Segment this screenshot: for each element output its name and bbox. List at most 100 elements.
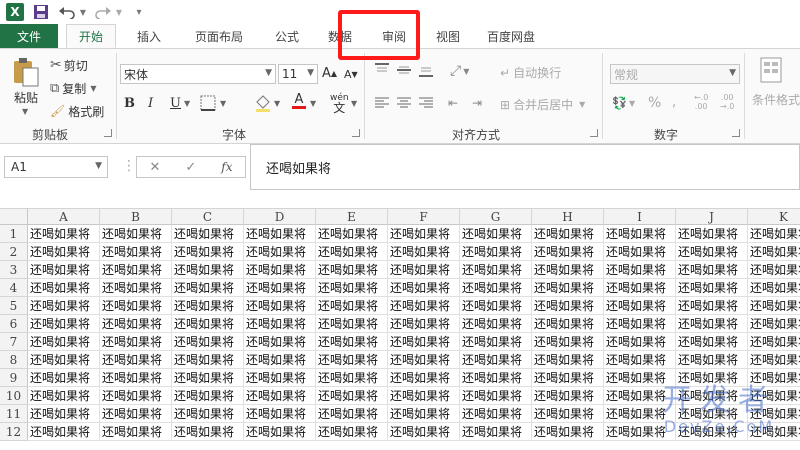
currency-icon[interactable]: 💱 ▼ <box>612 96 635 110</box>
grid-cell[interactable]: 还喝如果将 <box>244 225 316 243</box>
grid-cell[interactable]: 还喝如果将 <box>676 261 748 279</box>
grid-cell[interactable]: 还喝如果将 <box>388 225 460 243</box>
grid-cell[interactable]: 还喝如果将 <box>316 423 388 441</box>
grid-cell[interactable]: 还喝如果将 <box>388 297 460 315</box>
column-header[interactable]: G <box>460 209 532 225</box>
formula-input[interactable]: 还喝如果将 <box>250 144 800 190</box>
grid-cell[interactable]: 还喝如果将 <box>100 405 172 423</box>
grid-cell[interactable]: 还喝如果将 <box>316 225 388 243</box>
grid-cell[interactable]: 还喝如果将 <box>532 351 604 369</box>
grid-cell[interactable]: 还喝如果将 <box>460 369 532 387</box>
increase-decimal-icon[interactable]: ←.0.00 <box>694 93 708 111</box>
grid-cell[interactable]: 还喝如果将 <box>748 315 800 333</box>
grid-cell[interactable]: 还喝如果将 <box>100 351 172 369</box>
grid-cell[interactable]: 还喝如果将 <box>100 243 172 261</box>
grid-cell[interactable]: 还喝如果将 <box>532 243 604 261</box>
increase-indent-icon[interactable]: ⇥ <box>472 96 482 110</box>
grid-cell[interactable]: 还喝如果将 <box>460 405 532 423</box>
grid-cell[interactable]: 还喝如果将 <box>244 279 316 297</box>
orientation-icon[interactable]: ⤢ ▼ <box>450 63 469 79</box>
grid-cell[interactable]: 还喝如果将 <box>28 261 100 279</box>
grid-cell[interactable]: 还喝如果将 <box>316 243 388 261</box>
grid-cell[interactable]: 还喝如果将 <box>604 315 676 333</box>
grid-cell[interactable]: 还喝如果将 <box>172 387 244 405</box>
alignment-launcher-icon[interactable] <box>590 129 598 137</box>
font-color-icon[interactable]: A <box>292 93 306 109</box>
grid-cell[interactable]: 还喝如果将 <box>388 387 460 405</box>
phonetic-button[interactable]: wén 文 <box>330 93 349 114</box>
grid-cell[interactable]: 还喝如果将 <box>460 243 532 261</box>
grid-cell[interactable]: 还喝如果将 <box>172 225 244 243</box>
decrease-font-icon[interactable]: A ▼ <box>344 68 358 81</box>
grid-cell[interactable]: 还喝如果将 <box>316 351 388 369</box>
grid-cell[interactable]: 还喝如果将 <box>172 405 244 423</box>
column-header[interactable]: F <box>388 209 460 225</box>
grid-cell[interactable]: 还喝如果将 <box>676 279 748 297</box>
grid-cell[interactable]: 还喝如果将 <box>460 387 532 405</box>
grid-cell[interactable]: 还喝如果将 <box>28 405 100 423</box>
grid-cell[interactable]: 还喝如果将 <box>172 297 244 315</box>
grid-cell[interactable]: 还喝如果将 <box>244 315 316 333</box>
grid-cell[interactable]: 还喝如果将 <box>172 423 244 441</box>
column-header[interactable]: D <box>244 209 316 225</box>
percent-button[interactable]: % <box>648 95 661 111</box>
merge-center-button[interactable]: ⊞ 合并后居中 ▼ <box>500 96 585 113</box>
grid-cell[interactable]: 还喝如果将 <box>532 279 604 297</box>
bottom-align-icon[interactable] <box>418 63 434 77</box>
column-header[interactable]: J <box>676 209 748 225</box>
font-size-combo[interactable]: 11 ▼ <box>278 64 318 84</box>
customize-icon[interactable]: ▾ <box>128 1 150 23</box>
grid-cell[interactable]: 还喝如果将 <box>100 333 172 351</box>
grid-cell[interactable]: 还喝如果将 <box>172 279 244 297</box>
column-header[interactable]: A <box>28 209 100 225</box>
grid-cell[interactable]: 还喝如果将 <box>604 243 676 261</box>
grid-cell[interactable]: 还喝如果将 <box>244 351 316 369</box>
redo-icon[interactable] <box>92 1 114 23</box>
grid-cell[interactable]: 还喝如果将 <box>172 351 244 369</box>
grid-cell[interactable]: 还喝如果将 <box>316 279 388 297</box>
grid-cell[interactable]: 还喝如果将 <box>388 405 460 423</box>
grid-cell[interactable]: 还喝如果将 <box>604 225 676 243</box>
grid-cell[interactable]: 还喝如果将 <box>28 423 100 441</box>
grid-cell[interactable]: 还喝如果将 <box>316 315 388 333</box>
grid-cell[interactable]: 还喝如果将 <box>100 315 172 333</box>
grid-cell[interactable]: 还喝如果将 <box>28 279 100 297</box>
grid-cell[interactable]: 还喝如果将 <box>460 261 532 279</box>
grid-cell[interactable]: 还喝如果将 <box>460 333 532 351</box>
top-align-icon[interactable] <box>374 63 390 77</box>
format-painter-button[interactable]: 🖌 格式刷 <box>50 102 104 120</box>
grid-cell[interactable]: 还喝如果将 <box>172 369 244 387</box>
undo-dropdown-icon[interactable]: ▼ <box>78 1 88 23</box>
grid-cell[interactable]: 还喝如果将 <box>604 279 676 297</box>
grid-cell[interactable]: 还喝如果将 <box>676 315 748 333</box>
grid-cell[interactable]: 还喝如果将 <box>532 405 604 423</box>
align-right-icon[interactable] <box>418 96 434 110</box>
grid-cell[interactable]: 还喝如果将 <box>604 261 676 279</box>
row-header[interactable]: 6 <box>0 315 28 333</box>
row-header[interactable]: 1 <box>0 225 28 243</box>
tab-page-layout[interactable]: 页面布局 <box>182 24 256 48</box>
grid-cell[interactable]: 还喝如果将 <box>676 243 748 261</box>
grid-cell[interactable]: 还喝如果将 <box>460 297 532 315</box>
number-format-combo[interactable]: 常规 ▼ <box>610 64 740 84</box>
grid-cell[interactable]: 还喝如果将 <box>676 351 748 369</box>
grid-cell[interactable]: 还喝如果将 <box>532 333 604 351</box>
number-launcher-icon[interactable] <box>732 129 740 137</box>
undo-icon[interactable] <box>56 1 78 23</box>
row-header[interactable]: 9 <box>0 369 28 387</box>
paste-dropdown-icon[interactable]: ▼ <box>22 107 28 116</box>
grid-cell[interactable]: 还喝如果将 <box>172 315 244 333</box>
grid-cell[interactable]: 还喝如果将 <box>28 351 100 369</box>
row-header[interactable]: 5 <box>0 297 28 315</box>
column-header[interactable]: K <box>748 209 800 225</box>
font-color-dropdown-icon[interactable]: ▼ <box>310 99 316 108</box>
grid-cell[interactable]: 还喝如果将 <box>676 297 748 315</box>
row-header[interactable]: 3 <box>0 261 28 279</box>
grid-cell[interactable]: 还喝如果将 <box>748 351 800 369</box>
clipboard-launcher-icon[interactable] <box>104 129 112 137</box>
row-header[interactable]: 11 <box>0 405 28 423</box>
redo-dropdown-icon[interactable]: ▼ <box>114 1 124 23</box>
grid-cell[interactable]: 还喝如果将 <box>244 243 316 261</box>
column-header[interactable]: E <box>316 209 388 225</box>
tab-view[interactable]: 视图 <box>426 24 470 48</box>
